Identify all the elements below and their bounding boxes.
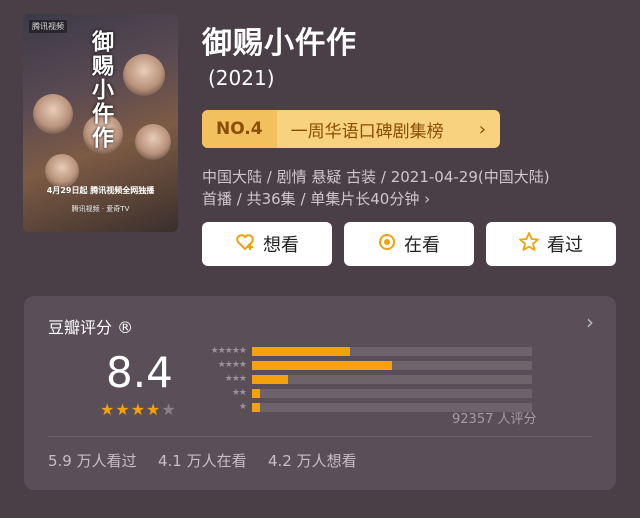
stat-want[interactable]: 4.2 万人想看 (268, 450, 357, 471)
distribution-stars-label: ★ (238, 402, 247, 412)
distribution-stars-label: ★★★★ (217, 360, 247, 370)
chevron-right-icon[interactable]: › (586, 310, 594, 334)
distribution-bar (252, 360, 392, 370)
distribution-track (252, 346, 532, 356)
distribution-track (252, 374, 532, 384)
rating-score: 8.4 (106, 348, 173, 397)
star-filled-icon: ★ (130, 400, 146, 419)
rating-label: 豆瓣评分 ® (48, 318, 134, 337)
want-button-label: 想看 (263, 235, 299, 256)
want-button[interactable]: 想看 (202, 222, 332, 266)
watching-button-label: 在看 (404, 235, 440, 256)
watching-button[interactable]: 在看 (344, 222, 474, 266)
distribution-row: ★★★★★ (200, 346, 532, 356)
chevron-right-icon: › (478, 118, 486, 140)
star-filled-icon: ★ (146, 400, 161, 419)
rating-card[interactable]: 豆瓣评分 ® › 8.4 ★ ★ ★ ★ ★ ★★★★★ ★★★★ ★★★ ★★ ★ 92357… (24, 296, 616, 490)
stat-watched[interactable]: 5.9 万人看过 (48, 450, 137, 471)
meta-line-1: 中国大陆 / 剧情 悬疑 古装 / 2021-04-29(中国大陆) (202, 168, 550, 186)
distribution-stars-label: ★★★★★ (210, 346, 247, 356)
distribution-track (252, 360, 532, 370)
distribution-bar (252, 346, 350, 356)
rating-stars: ★ ★ ★ ★ ★ (100, 400, 176, 419)
distribution-stars-label: ★★★ (224, 374, 247, 384)
show-meta[interactable]: 中国大陆 / 剧情 悬疑 古装 / 2021-04-29(中国大陆) 首播 / … (202, 166, 550, 210)
page-title: 御赐小仵作 (202, 26, 357, 61)
release-year: (2021) (208, 66, 275, 90)
poster-air-text: 4月29日起 腾讯视频全网独播 (46, 186, 155, 195)
distribution-bar (252, 388, 261, 398)
distribution-bar (252, 374, 289, 384)
watched-button-label: 看过 (547, 235, 583, 256)
poster-figure (135, 124, 171, 160)
distribution-stars-label: ★★ (231, 388, 247, 398)
stat-watching[interactable]: 4.1 万人在看 (158, 450, 247, 471)
rank-badge[interactable]: NO.4 一周华语口碑剧集榜 › (202, 110, 500, 148)
poster-logo: 腾讯视频 (29, 20, 67, 33)
star-filled-icon: ★ (100, 400, 115, 419)
star-half-icon: ★ (161, 400, 176, 419)
rank-number: NO.4 (202, 110, 277, 148)
poster-figure (33, 94, 73, 134)
rating-count: 92357 人评分 (452, 412, 537, 427)
meta-line-2: 首播 / 共36集 / 单集片长40分钟 › (202, 190, 431, 208)
rank-list-name: 一周华语口碑剧集榜 (290, 121, 444, 142)
distribution-row: ★★★ (200, 374, 532, 384)
divider (48, 436, 592, 437)
heart-plus-icon (235, 233, 255, 256)
star-filled-icon: ★ (115, 400, 130, 419)
poster-title: 御赐小仵作 (88, 30, 114, 150)
poster-figure (45, 154, 79, 188)
distribution-row: ★★★★ (200, 360, 532, 370)
distribution-row: ★★ (200, 388, 532, 398)
watched-button[interactable]: 看过 (486, 222, 616, 266)
poster-platforms: 腾讯视频 · 爱奇TV (71, 205, 130, 213)
distribution-bar (252, 402, 261, 412)
star-outline-icon (519, 232, 539, 256)
target-icon (378, 233, 396, 256)
distribution-track (252, 388, 532, 398)
poster-figure (123, 54, 165, 96)
poster-image[interactable]: 腾讯视频 御赐小仵作 4月29日起 腾讯视频全网独播 腾讯视频 · 爱奇TV (23, 14, 178, 232)
